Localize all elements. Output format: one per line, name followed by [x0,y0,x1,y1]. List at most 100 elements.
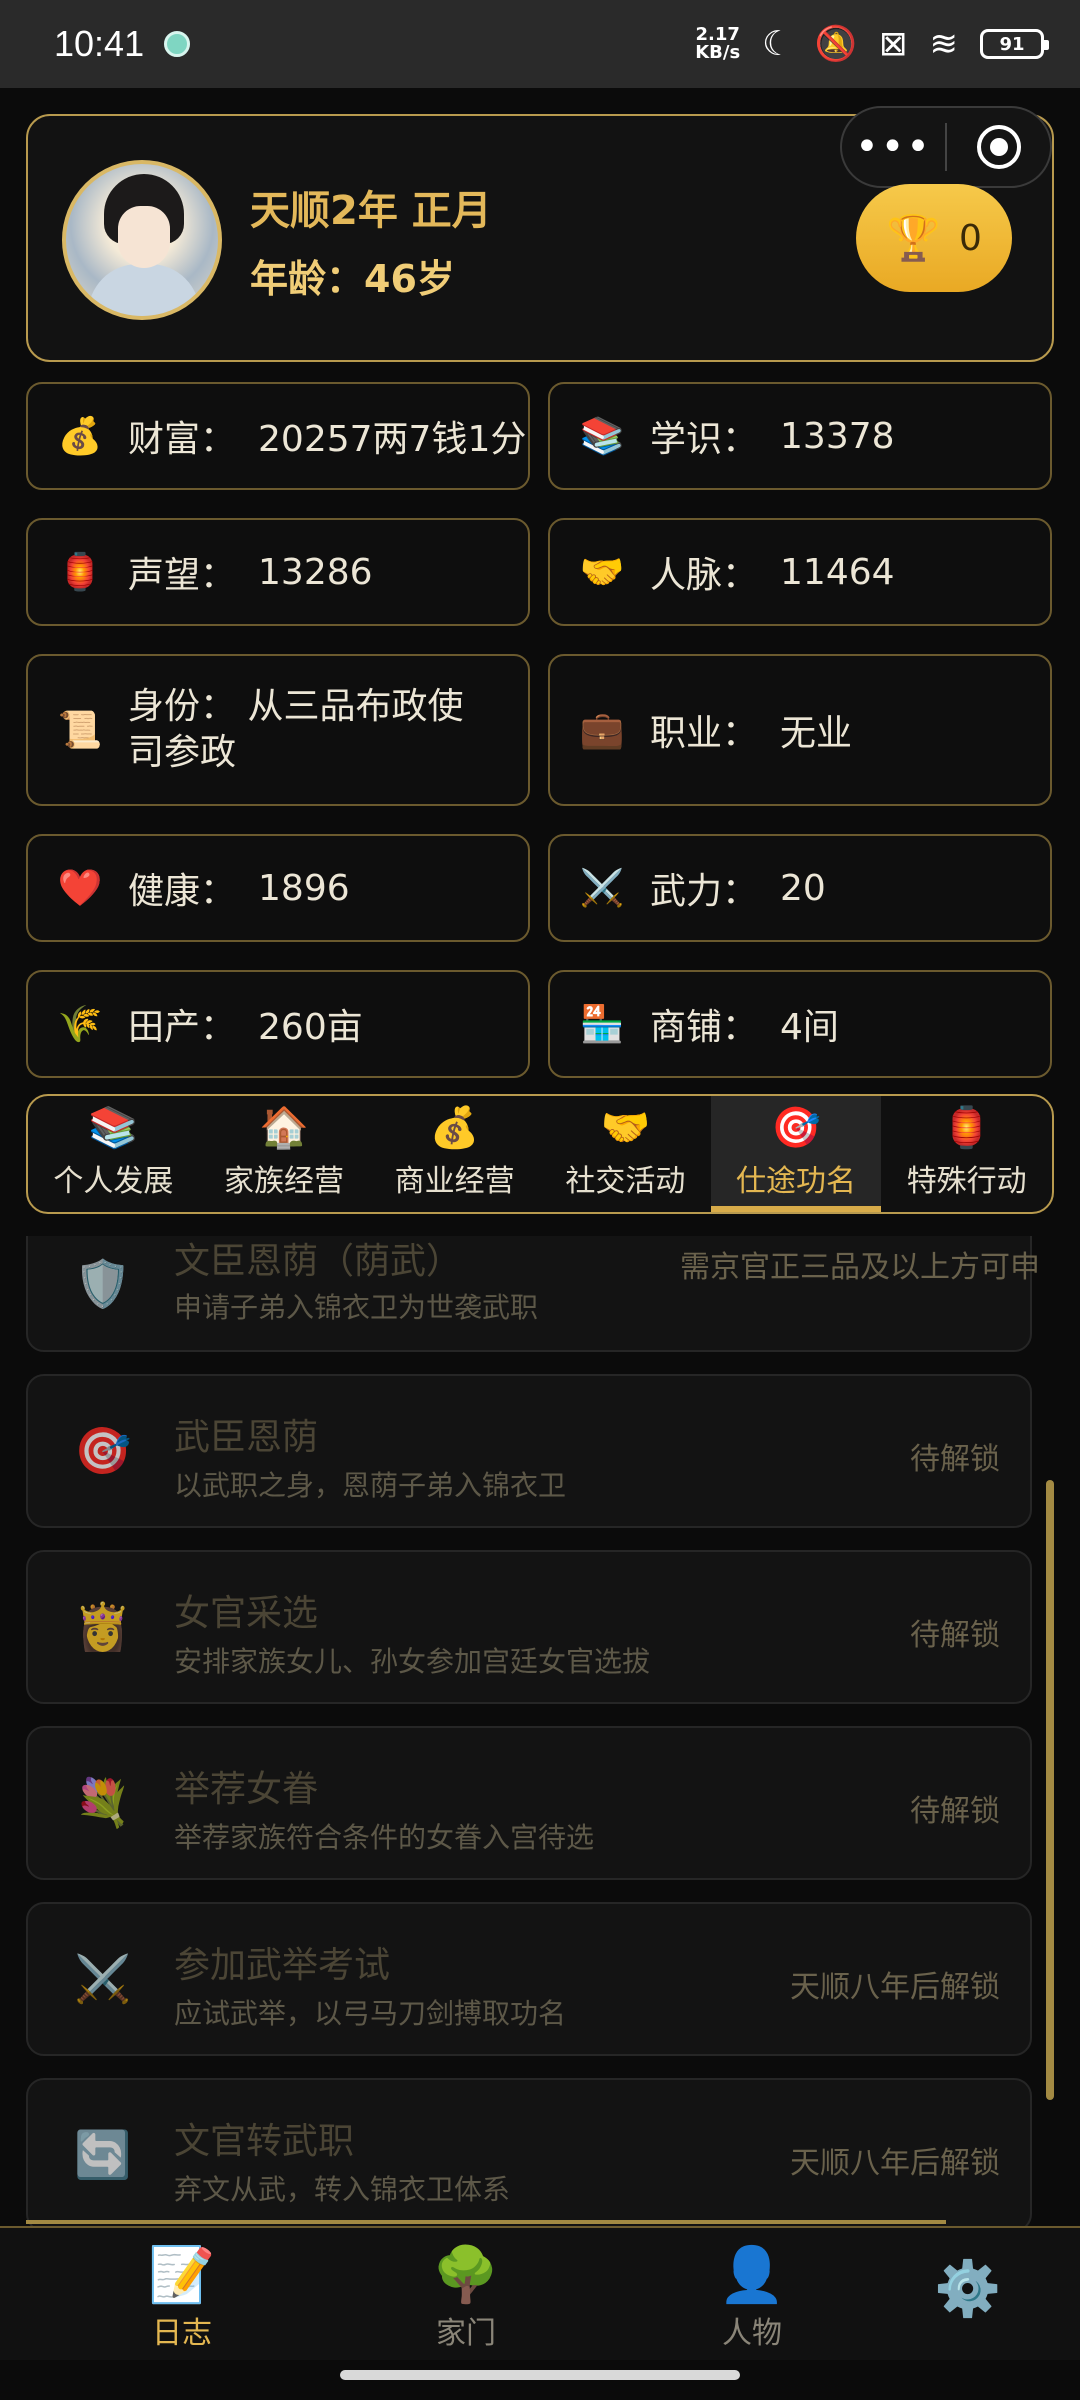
tab-social[interactable]: 🤝 社交活动 [540,1096,711,1212]
stat-force: ⚔️ 武力： 20 [548,834,1052,942]
miniprogram-capsule: ••• [840,106,1052,188]
money-bag-icon: 💰 [429,1105,480,1151]
house-icon: 🏠 [259,1105,309,1151]
stat-value: 13378 [780,415,895,457]
tab-business[interactable]: 💰 商业经营 [369,1096,540,1212]
character-age: 年龄：46岁 [250,257,455,301]
status-icons: 2.17 KB/s ☾ 🔕 ⊠ ≋ 91 [695,24,1049,64]
tab-special-actions[interactable]: 🏮 特殊行动 [881,1096,1052,1212]
stat-value: 13286 [258,551,373,593]
nav-family[interactable]: 🌳 家门 [386,2248,546,2352]
nav-label: 日志 [152,2316,212,2351]
tab-official-career[interactable]: 🎯 仕途功名 [710,1096,882,1212]
action-status: 待解锁 [910,1442,1000,1477]
tab-label: 特殊行动 [906,1164,1027,1199]
action-civil-to-military[interactable]: 🔄 文官转武职 弃文从武，转入锦衣卫体系 天顺八年后解锁 [26,2078,1032,2226]
action-description: 安排家族女儿、孙女参加宫廷女官选拔 [174,1645,651,1678]
tab-family-management[interactable]: 🏠 家族经营 [199,1096,370,1212]
tree-icon: 🌳 [432,2243,500,2306]
princess-icon: 👸 [74,1599,132,1654]
tab-label: 个人发展 [53,1164,174,1199]
action-list[interactable]: 🛡️ 文臣恩荫（荫武） 申请子弟入锦衣卫为世袭武职 需京官正三品及以上方可申 🎯… [0,1236,1080,2226]
action-civil-minister-favor[interactable]: 🛡️ 文臣恩荫（荫武） 申请子弟入锦衣卫为世袭武职 需京官正三品及以上方可申 [26,1236,1040,1352]
stat-identity: 📜 身份： 从三品布政使 司参政 [26,654,530,806]
target-icon: 🎯 [771,1105,821,1151]
tab-label: 仕途功名 [736,1164,857,1199]
trophy-button[interactable]: 🏆 0 [856,184,1012,292]
action-title: 武臣恩荫 [174,1417,319,1458]
lantern-icon: 🏮 [57,552,103,593]
tab-personal-development[interactable]: 📚 个人发展 [28,1096,199,1212]
stat-label: 职业： [650,713,759,754]
stat-value: 1896 [258,867,350,909]
battery-icon: 91 [980,29,1049,59]
home-indicator[interactable] [340,2370,740,2380]
target-icon: 🎯 [74,1423,132,1478]
nav-character[interactable]: 👤 人物 [672,2248,832,2352]
action-status: 待解锁 [910,1794,1000,1829]
rice-icon: 🌾 [57,1004,103,1045]
avatar[interactable] [62,160,222,320]
person-icon: 👤 [718,2243,786,2306]
memo-icon: 📝 [148,2243,216,2306]
stat-label: 财富： [128,419,237,460]
identity-line-2: 司参政 [128,732,237,773]
wifi-icon: ≋ [929,24,959,64]
action-military-minister-favor[interactable]: 🎯 武臣恩荫 以武职之身，恩荫子弟入锦衣卫 待解锁 [26,1374,1032,1528]
network-speed: 2.17 KB/s [695,26,740,62]
stat-value: 20 [780,867,826,909]
stat-value: 20257两7钱1分 [258,419,527,460]
stat-label: 商铺： [650,1007,759,1048]
action-status: 需京官正三品及以上方可申 [680,1250,1040,1285]
category-tabs: 📚 个人发展 🏠 家族经营 💰 商业经营 🤝 社交活动 🎯 仕途功名 🏮 特殊行… [26,1094,1054,1214]
crossed-swords-icon: ⚔️ [579,868,625,909]
stat-label: 田产： [128,1007,237,1048]
bottom-divider [26,2220,946,2224]
nav-settings[interactable]: ⚙️ [888,2262,1048,2316]
stat-value: 4间 [780,1007,839,1048]
nav-label: 家门 [436,2316,496,2351]
action-female-official-selection[interactable]: 👸 女官采选 安排家族女儿、孙女参加宫廷女官选拔 待解锁 [26,1550,1032,1704]
moon-icon: ☾ [762,24,793,64]
battery-level: 91 [999,33,1025,55]
stat-shops: 🏪 商铺： 4间 [548,970,1052,1078]
identity-line-1: 身份： 从三品布政使 [128,686,464,727]
stat-label: 武力： [650,871,759,912]
stat-connections: 🤝 人脉： 11464 [548,518,1052,626]
nav-journal[interactable]: 📝 日志 [102,2248,262,2352]
stat-land: 🌾 田产： 260亩 [26,970,530,1078]
lantern-icon: 🏮 [941,1105,992,1151]
tab-label: 家族经营 [224,1164,344,1199]
stat-knowledge: 📚 学识： 13378 [548,382,1052,490]
stat-label: 声望： [128,555,237,596]
stat-wealth: 💰 财富： 20257两7钱1分 [26,382,530,490]
action-description: 申请子弟入锦衣卫为世袭武职 [174,1291,539,1324]
action-status: 天顺八年后解锁 [790,2146,1000,2181]
handshake-icon: 🤝 [600,1105,651,1151]
shield-icon: 🛡️ [74,1256,132,1311]
tab-label: 社交活动 [565,1164,686,1199]
trophy-count: 0 [958,217,982,259]
cycle-arrows-icon: 🔄 [74,2127,132,2182]
status-time: 10:41 [54,23,145,64]
action-status: 待解锁 [910,1618,1000,1653]
stat-health: ❤️ 健康： 1896 [26,834,530,942]
action-recommend-female-kin[interactable]: 💐 举荐女眷 举荐家族符合条件的女眷入宫待选 待解锁 [26,1726,1032,1880]
bouquet-icon: 💐 [74,1775,132,1830]
close-miniprogram-icon[interactable] [947,125,1050,169]
money-bag-icon: 💰 [57,416,103,457]
identity-text: 身份： 从三品布政使 司参政 [128,684,463,776]
more-options-icon[interactable]: ••• [842,124,945,170]
action-description: 以武职之身，恩荫子弟入锦衣卫 [174,1469,567,1502]
action-description: 弃文从武，转入锦衣卫体系 [174,2173,511,2206]
action-title: 举荐女眷 [174,1769,319,1810]
mute-bell-icon: 🔕 [814,24,857,64]
action-military-exam[interactable]: ⚔️ 参加武举考试 应试武举，以弓马刀剑搏取功名 天顺八年后解锁 [26,1902,1032,2056]
game-date: 天顺2年 正月 [250,188,492,234]
stat-occupation: 💼 职业： 无业 [548,654,1052,806]
action-title: 女官采选 [174,1593,319,1634]
action-title: 文官转武职 [174,2121,355,2162]
stat-label: 人脉： [650,555,759,596]
app-notification-icon [164,31,191,57]
scrollbar[interactable] [1046,1480,1054,2100]
